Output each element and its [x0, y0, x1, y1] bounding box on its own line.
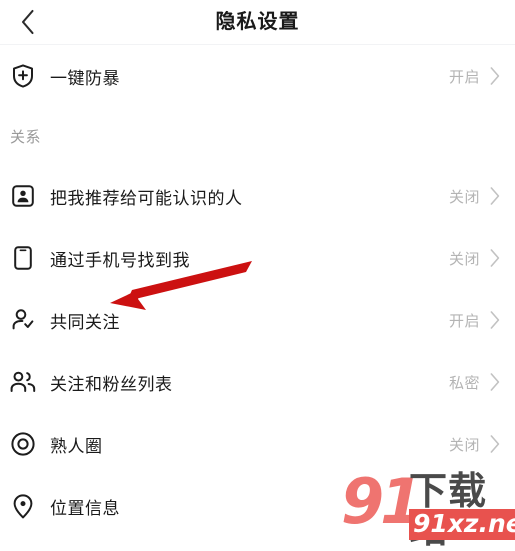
- list-item-following-followers-list[interactable]: 关注和粉丝列表 私密: [0, 351, 515, 413]
- list-item-label: 关注和粉丝列表: [50, 374, 173, 394]
- list-item-label: 共同关注: [50, 312, 120, 332]
- list-item-status: 关闭: [448, 250, 480, 268]
- list-item-recommend-me[interactable]: 把我推荐给可能认识的人 关闭: [0, 165, 515, 227]
- list-item-status: 关闭: [448, 188, 480, 206]
- list-item-location-info[interactable]: 位置信息: [0, 475, 515, 537]
- mobile-phone-icon: [10, 245, 36, 271]
- page-title: 隐私设置: [215, 11, 300, 33]
- section-header-relationships: 关系: [0, 107, 515, 165]
- list-item-acquaintance-circle[interactable]: 熟人圈 关闭: [0, 413, 515, 475]
- list-item-one-key-anti-abuse[interactable]: 一键防暴 开启: [0, 45, 515, 107]
- chevron-right-icon: [489, 373, 501, 391]
- page-header: 隐私设置: [0, 0, 515, 45]
- chevron-right-icon: [489, 311, 501, 329]
- list-item-status: 关闭: [448, 436, 480, 454]
- list-item-status: 私密: [448, 374, 480, 392]
- list-item-label: 一键防暴: [50, 68, 120, 88]
- list-item-label: 把我推荐给可能认识的人: [50, 188, 243, 208]
- chevron-right-icon: [489, 435, 501, 453]
- list-item-status: 开启: [448, 312, 480, 330]
- settings-list: 一键防暴 开启 关系 把我推荐给可能认识的人 关闭 通过手机号找到我 关闭 共同…: [0, 45, 515, 537]
- list-item-mutual-follow[interactable]: 共同关注 开启: [0, 289, 515, 351]
- list-item-status: 开启: [448, 68, 480, 86]
- section-header-label: 关系: [10, 128, 42, 146]
- shield-plus-icon: [10, 63, 36, 89]
- location-pin-icon: [10, 493, 36, 519]
- list-item-find-me-by-phone[interactable]: 通过手机号找到我 关闭: [0, 227, 515, 289]
- list-item-label: 通过手机号找到我: [50, 250, 190, 270]
- list-item-label: 位置信息: [50, 498, 120, 518]
- chevron-right-icon: [489, 249, 501, 267]
- chevron-right-icon: [489, 67, 501, 85]
- circle-target-icon: [10, 431, 36, 457]
- person-check-icon: [10, 307, 36, 333]
- contact-card-icon: [10, 183, 36, 209]
- chevron-right-icon: [489, 187, 501, 205]
- list-item-label: 熟人圈: [50, 436, 103, 456]
- people-group-icon: [10, 369, 36, 395]
